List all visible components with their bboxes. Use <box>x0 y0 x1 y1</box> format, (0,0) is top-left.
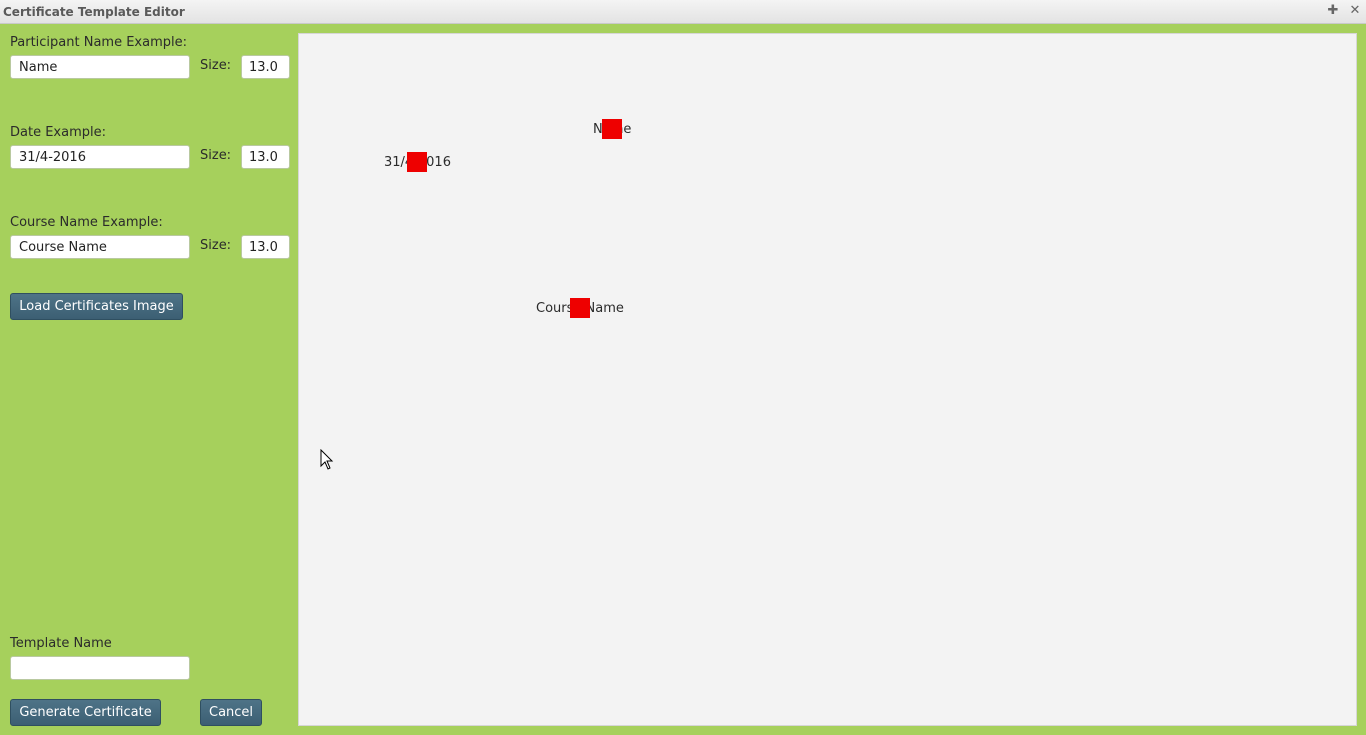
window-title: Certificate Template Editor <box>3 5 185 19</box>
course-size-input[interactable] <box>241 235 290 259</box>
course-name-position-marker[interactable] <box>570 298 590 318</box>
participant-size-input[interactable] <box>241 55 290 79</box>
settings-panel: Participant Name Example: Size: Date Exa… <box>0 24 298 735</box>
date-size-input[interactable] <box>241 145 290 169</box>
date-size-label: Size: <box>200 148 232 163</box>
certificate-preview-canvas[interactable]: Name 31/4-2016 Course Name <box>298 33 1357 726</box>
close-icon[interactable]: ✕ <box>1347 3 1363 19</box>
date-label: Date Example: <box>10 125 106 140</box>
template-name-label: Template Name <box>10 636 112 651</box>
mouse-pointer-icon <box>320 449 334 470</box>
date-input[interactable] <box>10 145 190 169</box>
course-name-label: Course Name Example: <box>10 215 163 230</box>
participant-size-label: Size: <box>200 58 232 73</box>
cancel-button[interactable]: Cancel <box>200 699 262 726</box>
name-position-marker[interactable] <box>602 119 622 139</box>
template-name-input[interactable] <box>10 656 190 680</box>
title-bar: Certificate Template Editor ✚ ✕ <box>0 0 1366 24</box>
course-size-label: Size: <box>200 238 232 253</box>
course-name-input[interactable] <box>10 235 190 259</box>
generate-certificate-button[interactable]: Generate Certificate <box>10 699 161 726</box>
participant-name-label: Participant Name Example: <box>10 35 187 50</box>
load-certificates-image-button[interactable]: Load Certificates Image <box>10 293 183 320</box>
date-position-marker[interactable] <box>407 152 427 172</box>
participant-name-input[interactable] <box>10 55 190 79</box>
maximize-icon[interactable]: ✚ <box>1325 3 1341 19</box>
